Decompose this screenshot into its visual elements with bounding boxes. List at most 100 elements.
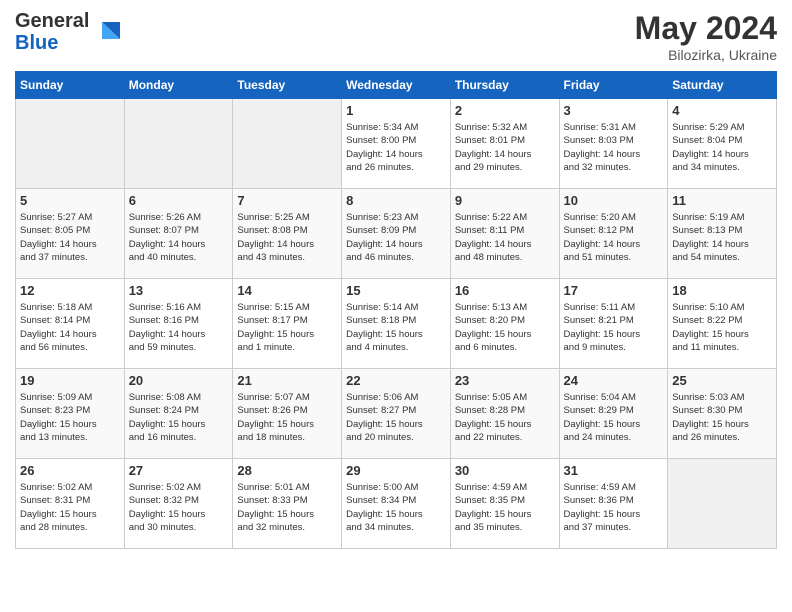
day-cell <box>233 99 342 189</box>
day-cell: 2 Sunrise: 5:32 AM Sunset: 8:01 PM Daylig… <box>450 99 559 189</box>
day-cell: 26Sunrise: 5:02 AM Sunset: 8:31 PM Dayli… <box>16 459 125 549</box>
day-header-wednesday: Wednesday <box>342 72 451 99</box>
day-cell: 7Sunrise: 5:25 AM Sunset: 8:08 PM Daylig… <box>233 189 342 279</box>
day-info: Sunrise: 5:20 AM Sunset: 8:12 PM Dayligh… <box>564 211 664 264</box>
day-cell: 14 Sunrise: 5:15 AM Sunset: 8:17 PM Dayli… <box>233 279 342 369</box>
calendar-table: SundayMondayTuesdayWednesdayThursdayFrid… <box>15 71 777 549</box>
day-number: 26 <box>20 463 120 478</box>
day-cell: 11 Sunrise: 5:19 AM Sunset: 8:13 PM Dayli… <box>668 189 777 279</box>
day-info: Sunrise: 5:22 AM Sunset: 8:11 PM Dayligh… <box>455 211 555 264</box>
day-info: Sunrise: 5:03 AM Sunset: 8:30 PM Dayligh… <box>672 391 772 444</box>
day-cell: 24Sunrise: 5:04 AM Sunset: 8:29 PM Dayli… <box>559 369 668 459</box>
day-info: Sunrise: 5:05 AM Sunset: 8:28 PM Dayligh… <box>455 391 555 444</box>
day-number: 27 <box>129 463 229 478</box>
day-info: Sunrise: 5:00 AM Sunset: 8:34 PM Dayligh… <box>346 481 446 534</box>
logo-icon <box>92 17 122 47</box>
day-cell: 4Sunrise: 5:29 AM Sunset: 8:04 PM Daylig… <box>668 99 777 189</box>
day-number: 4 <box>672 103 772 118</box>
day-cell: 1 Sunrise: 5:34 AM Sunset: 8:00 PM Daylig… <box>342 99 451 189</box>
day-info: Sunrise: 5:18 AM Sunset: 8:14 PM Dayligh… <box>20 301 120 354</box>
day-number: 10 <box>564 193 664 208</box>
day-cell: 16 Sunrise: 5:13 AM Sunset: 8:20 PM Dayli… <box>450 279 559 369</box>
day-number: 8 <box>346 193 446 208</box>
day-cell: 28Sunrise: 5:01 AM Sunset: 8:33 PM Dayli… <box>233 459 342 549</box>
day-header-sunday: Sunday <box>16 72 125 99</box>
day-number: 2 <box>455 103 555 118</box>
day-cell: 30 Sunrise: 4:59 AM Sunset: 8:35 PM Dayli… <box>450 459 559 549</box>
week-row-5: 26Sunrise: 5:02 AM Sunset: 8:31 PM Dayli… <box>16 459 777 549</box>
day-cell: 15 Sunrise: 5:14 AM Sunset: 8:18 PM Dayli… <box>342 279 451 369</box>
day-cell: 20Sunrise: 5:08 AM Sunset: 8:24 PM Dayli… <box>124 369 233 459</box>
day-cell: 25 Sunrise: 5:03 AM Sunset: 8:30 PM Dayli… <box>668 369 777 459</box>
day-number: 28 <box>237 463 337 478</box>
day-number: 1 <box>346 103 446 118</box>
day-info: Sunrise: 5:23 AM Sunset: 8:09 PM Dayligh… <box>346 211 446 264</box>
day-info: Sunrise: 5:34 AM Sunset: 8:00 PM Dayligh… <box>346 121 446 174</box>
day-cell: 18Sunrise: 5:10 AM Sunset: 8:22 PM Dayli… <box>668 279 777 369</box>
day-number: 14 <box>237 283 337 298</box>
day-number: 29 <box>346 463 446 478</box>
day-info: Sunrise: 5:13 AM Sunset: 8:20 PM Dayligh… <box>455 301 555 354</box>
day-number: 23 <box>455 373 555 388</box>
day-cell: 8 Sunrise: 5:23 AM Sunset: 8:09 PM Daylig… <box>342 189 451 279</box>
day-info: Sunrise: 5:14 AM Sunset: 8:18 PM Dayligh… <box>346 301 446 354</box>
day-number: 16 <box>455 283 555 298</box>
day-number: 25 <box>672 373 772 388</box>
day-info: Sunrise: 4:59 AM Sunset: 8:35 PM Dayligh… <box>455 481 555 534</box>
day-info: Sunrise: 5:15 AM Sunset: 8:17 PM Dayligh… <box>237 301 337 354</box>
day-header-thursday: Thursday <box>450 72 559 99</box>
day-number: 9 <box>455 193 555 208</box>
day-number: 15 <box>346 283 446 298</box>
location-text: Bilozirka, Ukraine <box>635 47 777 63</box>
day-number: 19 <box>20 373 120 388</box>
day-info: Sunrise: 5:07 AM Sunset: 8:26 PM Dayligh… <box>237 391 337 444</box>
week-row-2: 5 Sunrise: 5:27 AM Sunset: 8:05 PM Daylig… <box>16 189 777 279</box>
month-title: May 2024 <box>635 10 777 47</box>
day-info: Sunrise: 5:27 AM Sunset: 8:05 PM Dayligh… <box>20 211 120 264</box>
day-cell: 29 Sunrise: 5:00 AM Sunset: 8:34 PM Dayli… <box>342 459 451 549</box>
day-cell: 5 Sunrise: 5:27 AM Sunset: 8:05 PM Daylig… <box>16 189 125 279</box>
day-number: 31 <box>564 463 664 478</box>
title-block: May 2024 Bilozirka, Ukraine <box>635 10 777 63</box>
day-number: 12 <box>20 283 120 298</box>
day-cell: 3Sunrise: 5:31 AM Sunset: 8:03 PM Daylig… <box>559 99 668 189</box>
day-cell <box>668 459 777 549</box>
day-info: Sunrise: 5:26 AM Sunset: 8:07 PM Dayligh… <box>129 211 229 264</box>
logo-blue-text: Blue <box>15 32 89 54</box>
day-number: 5 <box>20 193 120 208</box>
day-info: Sunrise: 5:31 AM Sunset: 8:03 PM Dayligh… <box>564 121 664 174</box>
day-cell: 6Sunrise: 5:26 AM Sunset: 8:07 PM Daylig… <box>124 189 233 279</box>
day-header-friday: Friday <box>559 72 668 99</box>
day-info: Sunrise: 5:08 AM Sunset: 8:24 PM Dayligh… <box>129 391 229 444</box>
day-number: 7 <box>237 193 337 208</box>
day-number: 11 <box>672 193 772 208</box>
day-cell: 9 Sunrise: 5:22 AM Sunset: 8:11 PM Daylig… <box>450 189 559 279</box>
day-info: Sunrise: 5:16 AM Sunset: 8:16 PM Dayligh… <box>129 301 229 354</box>
day-number: 21 <box>237 373 337 388</box>
day-info: Sunrise: 5:11 AM Sunset: 8:21 PM Dayligh… <box>564 301 664 354</box>
day-cell: 13 Sunrise: 5:16 AM Sunset: 8:16 PM Dayli… <box>124 279 233 369</box>
day-cell: 22 Sunrise: 5:06 AM Sunset: 8:27 PM Dayli… <box>342 369 451 459</box>
week-row-3: 12 Sunrise: 5:18 AM Sunset: 8:14 PM Dayli… <box>16 279 777 369</box>
header-row: SundayMondayTuesdayWednesdayThursdayFrid… <box>16 72 777 99</box>
day-header-tuesday: Tuesday <box>233 72 342 99</box>
day-info: Sunrise: 5:06 AM Sunset: 8:27 PM Dayligh… <box>346 391 446 444</box>
day-cell: 10 Sunrise: 5:20 AM Sunset: 8:12 PM Dayli… <box>559 189 668 279</box>
day-cell <box>16 99 125 189</box>
day-info: Sunrise: 4:59 AM Sunset: 8:36 PM Dayligh… <box>564 481 664 534</box>
week-row-4: 19Sunrise: 5:09 AM Sunset: 8:23 PM Dayli… <box>16 369 777 459</box>
day-info: Sunrise: 5:32 AM Sunset: 8:01 PM Dayligh… <box>455 121 555 174</box>
day-number: 30 <box>455 463 555 478</box>
day-info: Sunrise: 5:02 AM Sunset: 8:32 PM Dayligh… <box>129 481 229 534</box>
day-cell <box>124 99 233 189</box>
day-number: 17 <box>564 283 664 298</box>
day-number: 22 <box>346 373 446 388</box>
day-info: Sunrise: 5:19 AM Sunset: 8:13 PM Dayligh… <box>672 211 772 264</box>
day-header-saturday: Saturday <box>668 72 777 99</box>
week-row-1: 1 Sunrise: 5:34 AM Sunset: 8:00 PM Daylig… <box>16 99 777 189</box>
day-info: Sunrise: 5:10 AM Sunset: 8:22 PM Dayligh… <box>672 301 772 354</box>
day-number: 24 <box>564 373 664 388</box>
day-cell: 31 Sunrise: 4:59 AM Sunset: 8:36 PM Dayli… <box>559 459 668 549</box>
day-cell: 21 Sunrise: 5:07 AM Sunset: 8:26 PM Dayli… <box>233 369 342 459</box>
day-number: 13 <box>129 283 229 298</box>
